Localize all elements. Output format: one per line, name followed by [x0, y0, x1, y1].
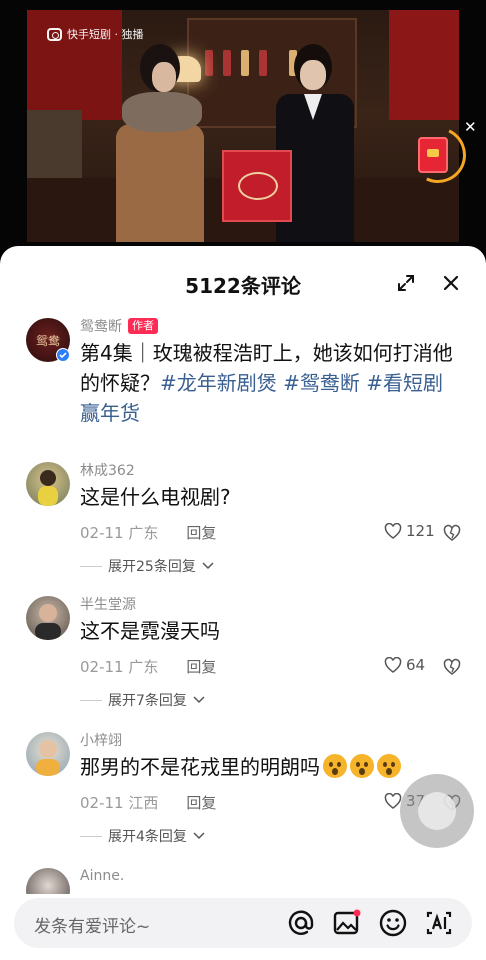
- avatar[interactable]: [26, 596, 70, 640]
- username[interactable]: 鸳鸯断 作者: [80, 316, 158, 336]
- expand-replies-button[interactable]: 展开4条回复: [80, 826, 205, 846]
- close-widget-icon[interactable]: ✕: [464, 120, 477, 135]
- red-envelope-icon: [418, 137, 448, 173]
- username[interactable]: 半生堂源: [80, 594, 136, 614]
- comment-body: 那男的不是花戎里的明朗吗: [80, 755, 320, 779]
- watermark-text: 快手短剧 · 独播: [67, 28, 144, 41]
- comment-text: 这是什么电视剧?: [80, 485, 231, 509]
- red-banner-right: [389, 10, 459, 120]
- broken-heart-icon[interactable]: [443, 658, 461, 676]
- like-button[interactable]: 64: [384, 656, 425, 674]
- expand-replies-text[interactable]: 展开25条回复: [108, 556, 196, 576]
- comment-item: 半生堂源 这不是霓漫天吗 02-11 广东 回复 64 展开7条回复: [0, 592, 486, 712]
- expand-replies-text[interactable]: 展开7条回复: [108, 690, 187, 710]
- chevron-down-icon: [202, 562, 214, 570]
- comment-date-location: 02-11 广东: [80, 658, 159, 676]
- comment-text: 那男的不是花戎里的明朗吗: [80, 752, 460, 782]
- comment-text: 这不是霓漫天吗: [80, 619, 220, 643]
- like-button[interactable]: 121: [384, 522, 435, 540]
- chevron-down-icon: [193, 696, 205, 704]
- panel-header: 5122条评论: [0, 246, 486, 318]
- comment-input[interactable]: 发条有爱评论~: [34, 912, 150, 937]
- red-packet-widget[interactable]: [402, 119, 474, 191]
- comment-date-location: 02-11 广东: [80, 524, 159, 542]
- floating-assist-button[interactable]: [400, 774, 474, 848]
- avatar[interactable]: [26, 868, 70, 894]
- comment-date-location: 02-11 江西: [80, 794, 159, 812]
- comment-item: 林成362 这是什么电视剧? 02-11 广东 回复 121 展开25条回复: [0, 458, 486, 578]
- shocked-emoji-icon: [377, 754, 401, 778]
- close-icon[interactable]: [441, 273, 461, 293]
- reply-button[interactable]: 回复: [186, 658, 216, 676]
- actress-fur-coat: [112, 40, 212, 242]
- svg-text:鸳鸯: 鸳鸯: [36, 333, 60, 348]
- gift-box: [222, 150, 292, 222]
- expand-replies-button[interactable]: 展开25条回复: [80, 556, 214, 576]
- comment-input-bar[interactable]: 发条有爱评论~: [14, 898, 472, 948]
- video-player[interactable]: 快手短剧 · 独播 ✕: [0, 0, 486, 250]
- username[interactable]: 林成362: [80, 460, 135, 480]
- username[interactable]: 小梓翊: [80, 730, 122, 750]
- video-watermark: 快手短剧 · 独播: [47, 26, 144, 42]
- divider: [80, 699, 102, 701]
- comment-meta: 02-11 广东 回复: [80, 656, 216, 677]
- chevron-down-icon: [193, 832, 205, 840]
- emoji-icon[interactable]: [378, 908, 408, 938]
- divider: [80, 835, 102, 837]
- shocked-emoji-icon: [350, 754, 374, 778]
- username[interactable]: Ainne.: [80, 868, 124, 884]
- author-badge: 作者: [128, 318, 158, 334]
- comment-meta: 02-11 江西 回复: [80, 792, 216, 813]
- like-count: 121: [406, 522, 435, 540]
- ai-icon[interactable]: [424, 908, 454, 938]
- at-icon[interactable]: [286, 908, 316, 938]
- avatar[interactable]: [26, 732, 70, 776]
- expand-replies-button[interactable]: 展开7条回复: [80, 690, 205, 710]
- image-icon[interactable]: [332, 908, 362, 938]
- comment-panel: 5122条评论 鸳鸯 鸳鸯断 作者 第4集｜玫瑰被程浩盯上，她该如何打消他的怀疑？…: [0, 246, 486, 960]
- expand-replies-text[interactable]: 展开4条回复: [108, 826, 187, 846]
- comment-meta: 02-11 广东 回复: [80, 522, 216, 543]
- reply-button[interactable]: 回复: [186, 524, 216, 542]
- divider: [80, 565, 102, 567]
- candy-jars: [27, 110, 82, 180]
- heart-icon: [384, 523, 402, 539]
- broken-heart-icon[interactable]: [443, 524, 461, 542]
- like-count: 64: [406, 656, 426, 674]
- comment-item: 鸳鸯 鸳鸯断 作者 第4集｜玫瑰被程浩盯上，她该如何打消他的怀疑？#龙年新剧煲 #…: [0, 314, 486, 434]
- comment-item: Ainne.: [0, 864, 486, 894]
- video-frame: [27, 10, 459, 242]
- comment-text: 第4集｜玫瑰被程浩盯上，她该如何打消他的怀疑？#龙年新剧煲 #鸳鸯断 #看短剧赢…: [80, 338, 460, 428]
- avatar[interactable]: [26, 462, 70, 506]
- expand-icon[interactable]: [396, 273, 416, 293]
- verified-badge-icon: [56, 348, 70, 362]
- kuaishou-logo-icon: [47, 27, 62, 41]
- shocked-emoji-icon: [323, 754, 347, 778]
- reply-button[interactable]: 回复: [186, 794, 216, 812]
- username-text[interactable]: 鸳鸯断: [80, 319, 122, 335]
- heart-icon: [384, 657, 402, 673]
